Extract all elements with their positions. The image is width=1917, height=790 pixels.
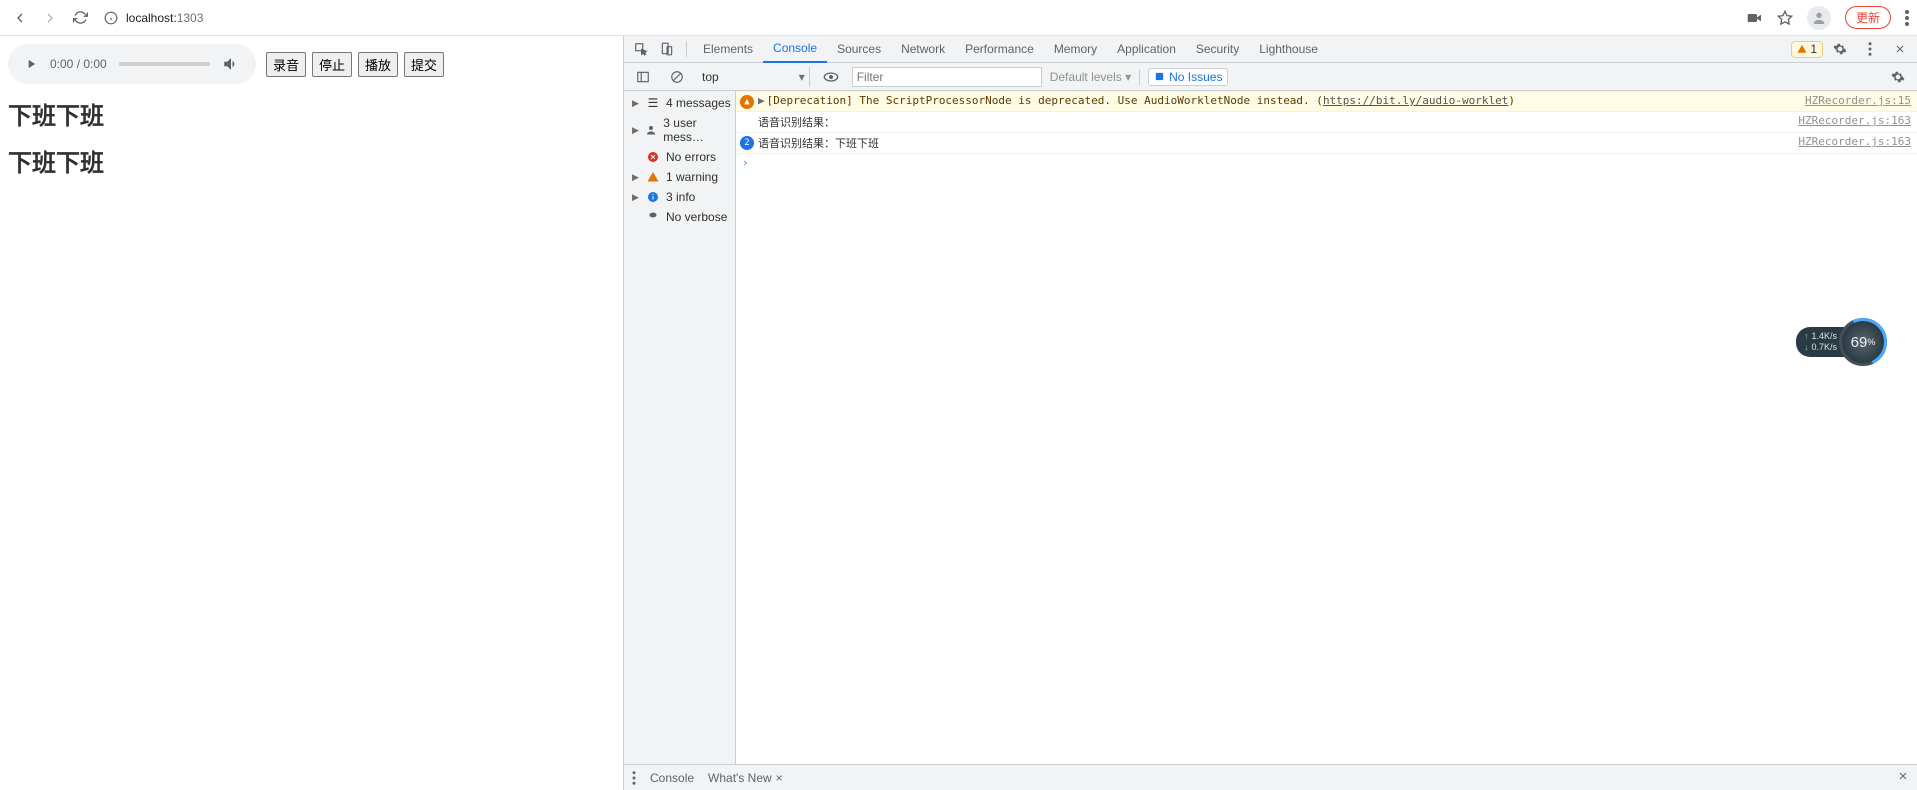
audio-seek-slider[interactable] [119, 62, 210, 66]
sidebar-item-info[interactable]: ▶3 info [624, 187, 735, 207]
drawer-tab-console[interactable]: Console [650, 771, 694, 785]
console-message[interactable]: 语音识别结果： HZRecorder.js:163 [736, 112, 1917, 133]
console-message-warning[interactable]: ▲ ▶ [Deprecation] The ScriptProcessorNod… [736, 91, 1917, 112]
drawer-tab-whatsnew[interactable]: What's New × [708, 771, 783, 785]
divider [1139, 69, 1140, 85]
tab-memory[interactable]: Memory [1044, 36, 1107, 63]
audio-player[interactable]: 0:00 / 0:00 [8, 44, 256, 84]
tab-security[interactable]: Security [1186, 36, 1249, 63]
repeat-count-badge: 2 [740, 136, 754, 150]
settings-gear-icon[interactable] [1827, 36, 1853, 62]
url-text: localhost:1303 [126, 11, 203, 25]
volume-icon[interactable] [222, 55, 240, 73]
forward-button[interactable] [38, 6, 62, 30]
log-levels-selector[interactable]: Default levels ▾ [1050, 70, 1131, 84]
usage-gauge: 69% [1839, 318, 1887, 366]
inspect-icon[interactable] [628, 36, 654, 62]
message-text: 语音识别结果：下班下班 [758, 135, 1798, 151]
warning-count-badge[interactable]: 1 [1791, 41, 1823, 58]
tab-performance[interactable]: Performance [955, 36, 1044, 63]
device-toggle-icon[interactable] [654, 36, 680, 62]
submit-button[interactable]: 提交 [404, 52, 444, 77]
tab-sources[interactable]: Sources [827, 36, 891, 63]
bookmark-star-icon[interactable] [1777, 10, 1793, 26]
console-settings-icon[interactable] [1885, 64, 1911, 90]
source-link[interactable]: HZRecorder.js:163 [1798, 114, 1911, 130]
browser-toolbar: localhost:1303 更新 [0, 0, 1917, 36]
play-button[interactable]: 播放 [358, 52, 398, 77]
devtools-tabbar: Elements Console Sources Network Perform… [624, 36, 1917, 63]
record-button[interactable]: 录音 [266, 52, 306, 77]
drawer-close-icon[interactable] [1897, 770, 1909, 785]
sidebar-item-verbose[interactable]: No verbose [624, 207, 735, 227]
tab-network[interactable]: Network [891, 36, 955, 63]
filter-input[interactable] [852, 67, 1042, 87]
close-devtools-icon[interactable] [1887, 36, 1913, 62]
warning-icon: ▲ [740, 95, 754, 109]
console-message[interactable]: 2 语音识别结果：下班下班 HZRecorder.js:163 [736, 133, 1917, 154]
result-heading-2: 下班下班 [8, 143, 615, 178]
back-button[interactable] [8, 6, 32, 30]
menu-dots-icon[interactable] [1905, 10, 1909, 26]
tab-application[interactable]: Application [1107, 36, 1186, 63]
live-expression-icon[interactable] [818, 64, 844, 90]
camera-icon[interactable] [1747, 12, 1763, 24]
page-content: 0:00 / 0:00 录音 停止 播放 提交 下班下班 下班下班 [0, 36, 623, 790]
audio-time: 0:00 / 0:00 [50, 57, 107, 71]
reload-button[interactable] [68, 6, 92, 30]
clear-console-icon[interactable] [664, 64, 690, 90]
address-bar[interactable]: localhost:1303 [104, 11, 203, 25]
play-icon[interactable] [24, 57, 38, 71]
context-selector[interactable]: top▾ [698, 67, 810, 87]
info-icon [104, 11, 118, 25]
console-output: ▲ ▶ [Deprecation] The ScriptProcessorNod… [736, 91, 1917, 764]
drawer-menu-icon[interactable] [632, 771, 636, 785]
devtools-panel: Elements Console Sources Network Perform… [623, 36, 1917, 790]
result-heading-1: 下班下班 [8, 96, 615, 131]
sidebar-item-errors[interactable]: No errors [624, 147, 735, 167]
expand-arrow-icon[interactable]: ▶ [758, 94, 765, 109]
more-dots-icon[interactable] [1857, 36, 1883, 62]
stop-button[interactable]: 停止 [312, 52, 352, 77]
tab-elements[interactable]: Elements [693, 36, 763, 63]
sidebar-item-messages[interactable]: ▶☰4 messages [624, 93, 735, 113]
update-button[interactable]: 更新 [1845, 6, 1891, 29]
console-prompt[interactable]: › [736, 154, 1917, 171]
tab-console[interactable]: Console [763, 36, 827, 63]
source-link[interactable]: HZRecorder.js:163 [1798, 135, 1911, 151]
sidebar-toggle-icon[interactable] [630, 64, 656, 90]
sidebar-item-warnings[interactable]: ▶1 warning [624, 167, 735, 187]
console-sidebar: ▶☰4 messages ▶3 user mess… No errors ▶1 … [624, 91, 736, 764]
devtools-drawer: Console What's New × [624, 764, 1917, 790]
issues-chip[interactable]: No Issues [1148, 68, 1228, 86]
message-text: 语音识别结果： [758, 114, 1798, 130]
close-icon[interactable]: × [776, 771, 783, 785]
message-text: [Deprecation] The ScriptProcessorNode is… [767, 94, 1805, 109]
console-toolbar: top▾ Default levels ▾ No Issues [624, 63, 1917, 91]
sidebar-item-user[interactable]: ▶3 user mess… [624, 113, 735, 147]
profile-avatar[interactable] [1807, 6, 1831, 30]
deprecation-link[interactable]: https://bit.ly/audio-worklet [1323, 94, 1508, 107]
tab-lighthouse[interactable]: Lighthouse [1249, 36, 1328, 63]
divider [686, 41, 687, 57]
source-link[interactable]: HZRecorder.js:15 [1805, 94, 1911, 109]
network-monitor-widget[interactable]: ↑1.4K/s ↓0.7K/s 69% [1796, 318, 1887, 366]
